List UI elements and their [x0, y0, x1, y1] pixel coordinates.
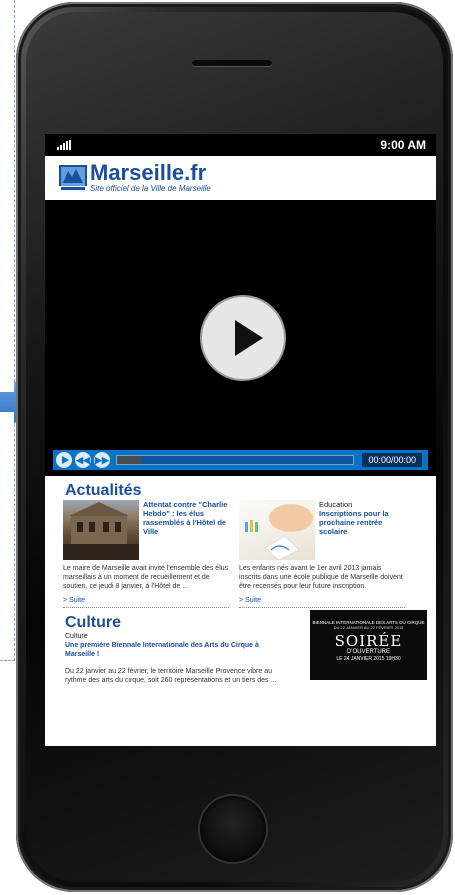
culture-body: Du 22 janvier au 22 février, le territoi… [65, 668, 277, 684]
news-item[interactable]: Education Inscriptions pour la prochaine… [239, 500, 405, 608]
poster-line: BIENNALE INTERNATIONALE DES ARTS DU CIRQ… [312, 620, 425, 625]
time-display: 00:00/00:00 [362, 453, 422, 467]
status-bar: 9:00 AM [45, 134, 436, 156]
news-thumbnail[interactable] [239, 500, 315, 561]
big-play-button[interactable] [200, 295, 286, 381]
culture-item[interactable]: Culture Une première Biennale Internatio… [45, 610, 436, 685]
news-category: Education [319, 500, 353, 509]
divider [63, 607, 229, 608]
poster-line: D'OUVERTURE [346, 649, 391, 655]
news-body: Les enfants nés avant le 1er avril 2013 … [239, 565, 403, 590]
rewind-icon[interactable]: ◀◀ [75, 452, 91, 468]
divider [239, 607, 405, 608]
phone-screen: 9:00 AM Marseille.fr Site officiel de la… [45, 134, 436, 746]
status-time: 9:00 AM [380, 138, 426, 152]
video-player[interactable]: ◀◀ ▶▶ 00:00/00:00 [45, 200, 436, 476]
site-header[interactable]: Marseille.fr Site officiel de la Ville d… [45, 156, 436, 200]
news-item[interactable]: Attentat contre "Charlie Hebdo" : les él… [63, 500, 229, 608]
home-button[interactable] [200, 796, 266, 862]
news-headline[interactable]: Inscriptions pour la prochaine rentrée s… [315, 509, 405, 536]
news-thumbnail[interactable] [63, 500, 139, 560]
poster-line: DU 22 JANVIER AU 22 FÉVRIER 2015 [333, 625, 404, 630]
culture-category: Culture [65, 633, 88, 640]
culture-headline[interactable]: Une première Biennale Internationale des… [65, 641, 285, 659]
signal-icon [57, 140, 71, 150]
poster-line: LE 24 JANVIER 2015 19H30 [336, 656, 401, 662]
play-icon[interactable] [56, 452, 72, 468]
news-headline[interactable]: Attentat contre "Charlie Hebdo" : les él… [139, 500, 229, 536]
fast-forward-icon[interactable]: ▶▶ [94, 452, 110, 468]
progress-buffer [117, 456, 141, 464]
site-title: Marseille.fr [90, 160, 207, 185]
site-logo[interactable]: Marseille.fr Site officiel de la Ville d… [90, 162, 211, 194]
news-list: Attentat contre "Charlie Hebdo" : les él… [45, 500, 436, 608]
city-logo-icon [59, 165, 87, 191]
site-subtitle: Site officiel de la Ville de Marseille [90, 184, 211, 193]
video-controls: ◀◀ ▶▶ 00:00/00:00 [53, 450, 428, 470]
news-more-link[interactable]: > Suite [239, 597, 405, 604]
section-title-actualites[interactable]: Actualités [65, 482, 436, 500]
phone-speaker [192, 60, 272, 66]
news-more-link[interactable]: > Suite [63, 597, 229, 604]
news-body: Le maire de Marseille avait invité l'ens… [63, 565, 229, 590]
side-panel-frame [0, 0, 15, 661]
poster-line: SOIRÉE [334, 632, 403, 650]
progress-track[interactable] [116, 455, 355, 465]
event-poster[interactable]: BIENNALE INTERNATIONALE DES ARTS DU CIRQ… [310, 610, 427, 680]
